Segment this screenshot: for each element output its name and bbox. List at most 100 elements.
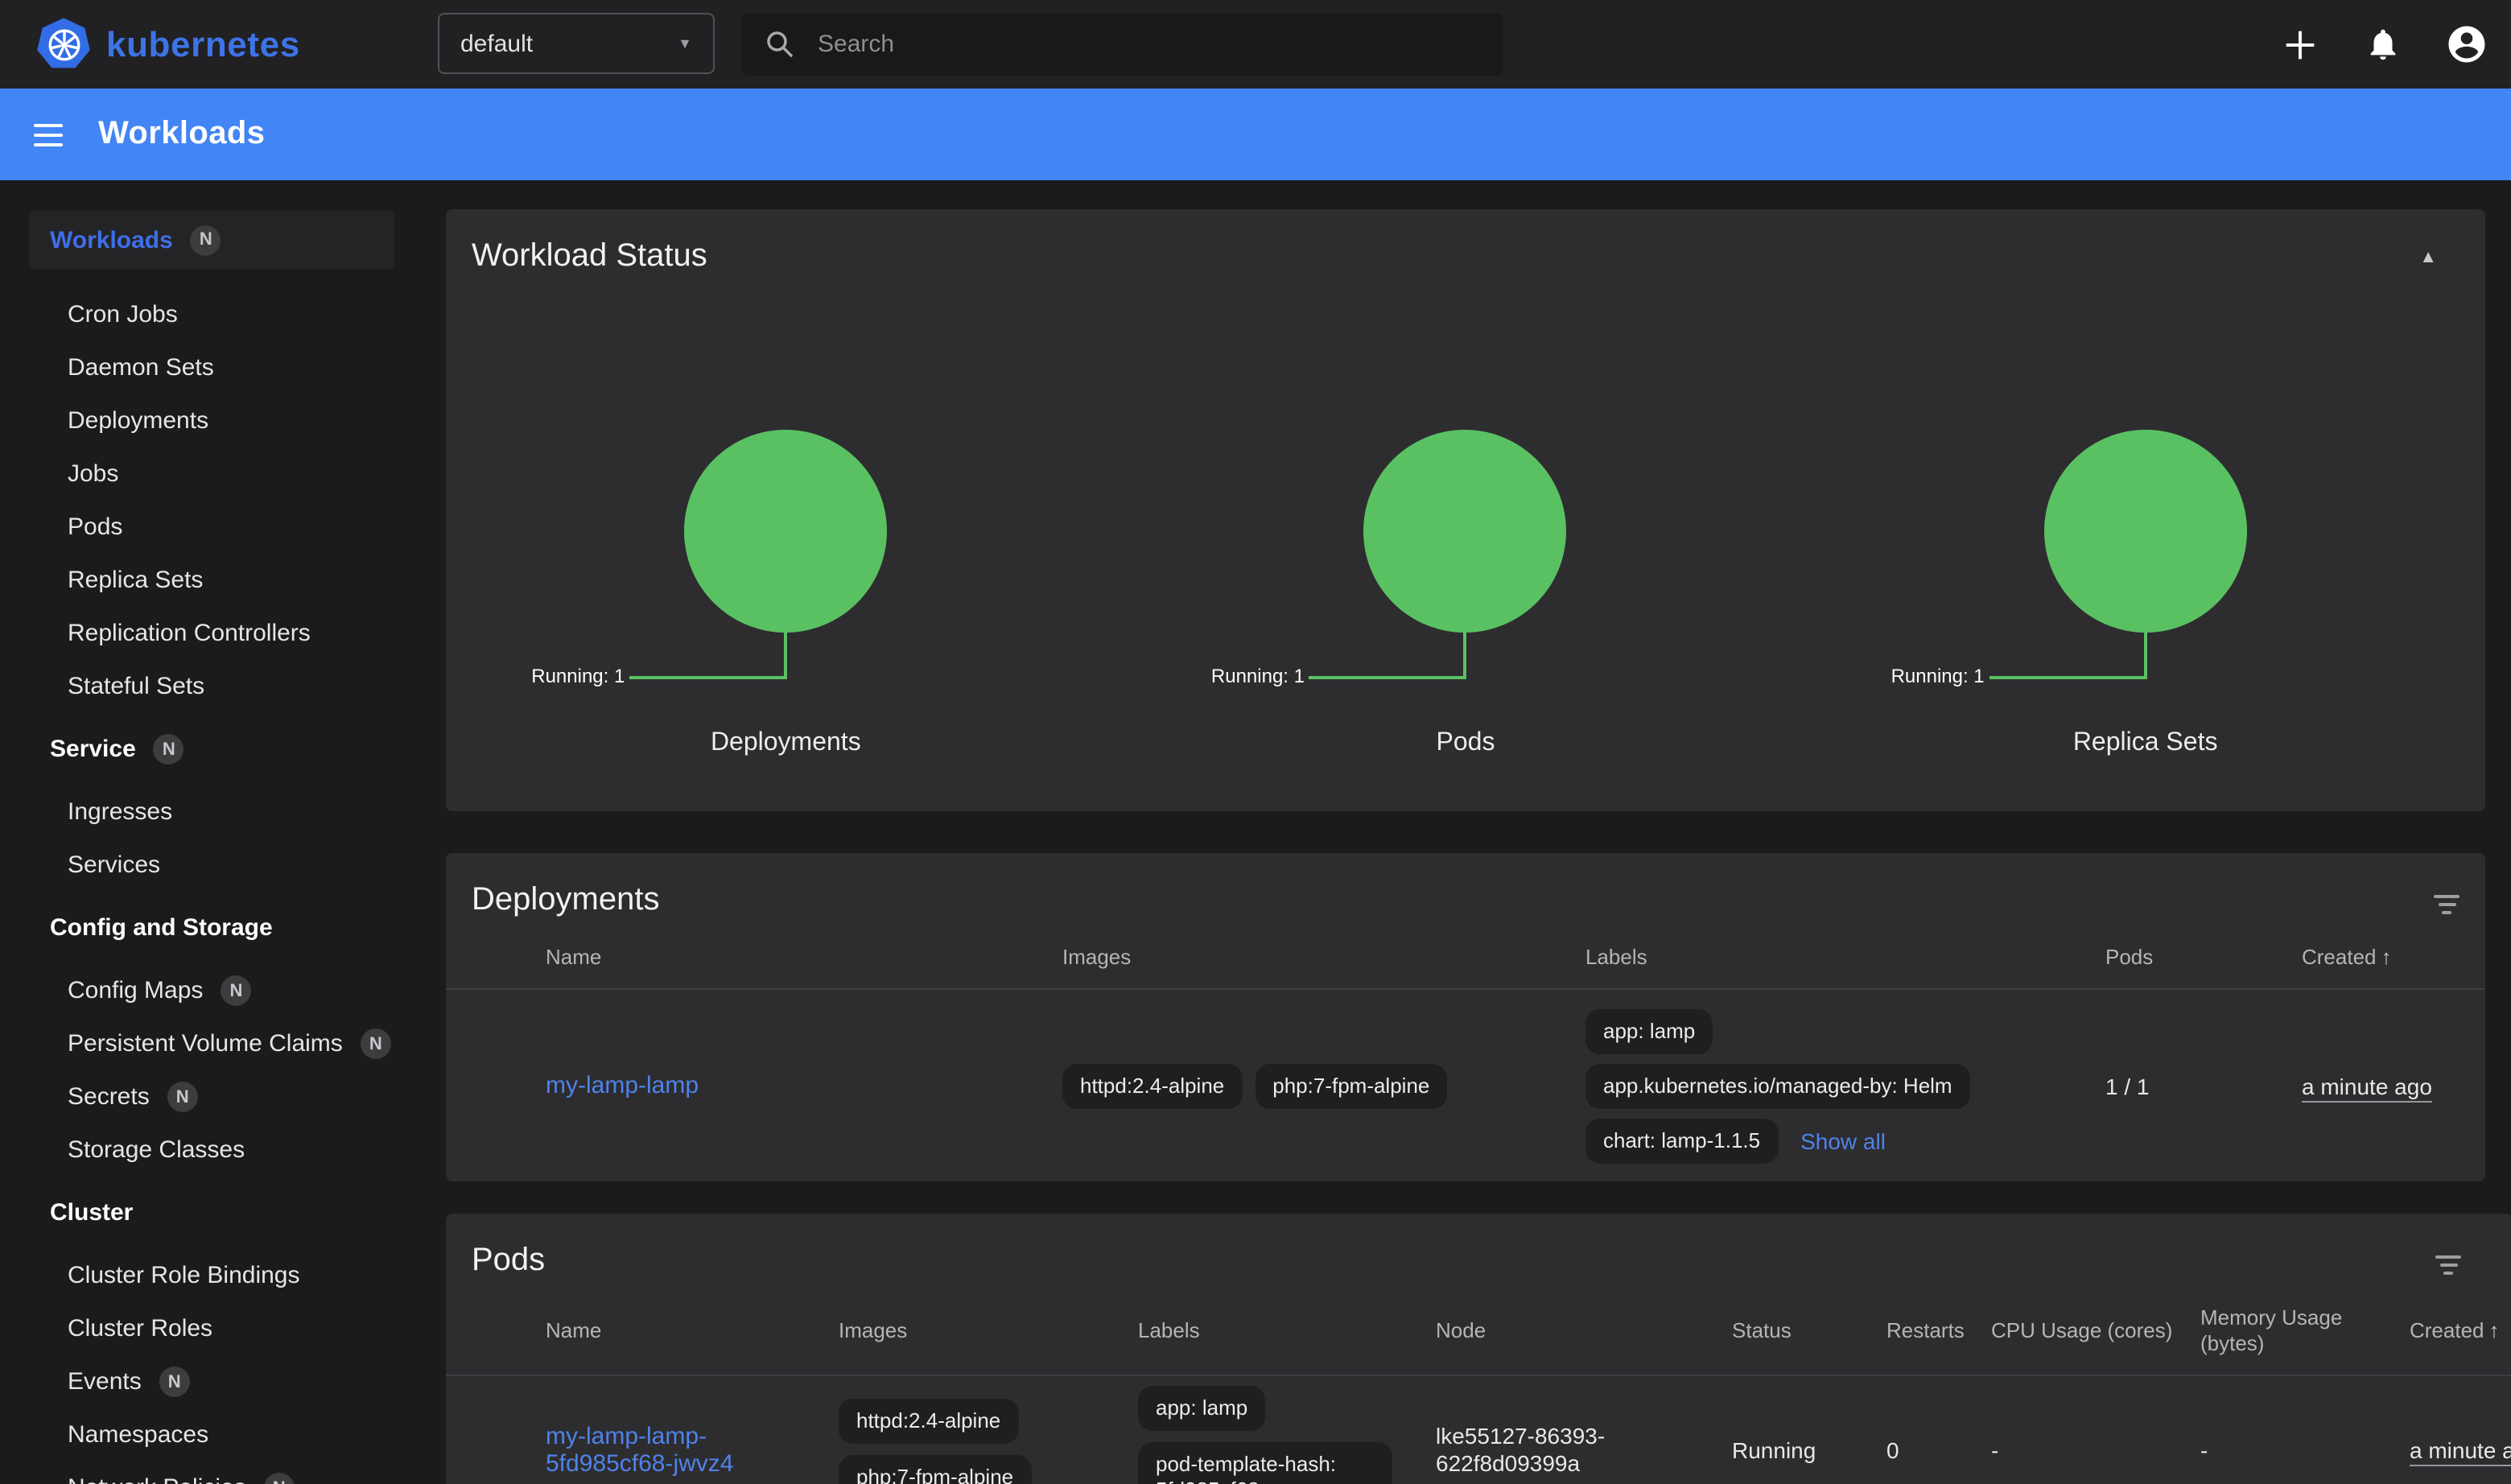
col-header-restarts[interactable]: Restarts [1886, 1318, 1991, 1344]
sidebar-item-config-maps[interactable]: Config MapsN [0, 964, 422, 1017]
col-header-created[interactable]: Created↑ [2410, 1318, 2511, 1344]
menu-icon[interactable] [34, 123, 63, 146]
pod-labels: app: lamp pod-template-hash: 5fd985cf68 [1138, 1386, 1436, 1484]
col-header-images[interactable]: Images [839, 1318, 1138, 1344]
new-resource-badge: N [191, 225, 221, 255]
sidebar-item-label: Jobs [68, 460, 118, 488]
sidebar-item-label: Service [50, 736, 136, 763]
pie-running-deployments [684, 430, 887, 633]
col-header-name[interactable]: Name [546, 1318, 839, 1344]
sidebar-item-events[interactable]: EventsN [0, 1355, 422, 1408]
col-header-node[interactable]: Node [1436, 1318, 1732, 1344]
pod-row[interactable]: my-lamp-lamp-5fd985cf68-jwvz4 httpd:2.4-… [446, 1376, 2511, 1484]
sidebar-item-label: Services [68, 851, 160, 879]
sidebar-item-label: Cluster Role Bindings [68, 1262, 300, 1289]
sidebar-item-label: Namespaces [68, 1421, 208, 1449]
topbar: kubernetes default ▼ [0, 0, 2511, 89]
pie-running-replica-sets [2044, 430, 2247, 633]
filter-icon[interactable] [2435, 1243, 2471, 1275]
deployment-row[interactable]: my-lamp-lamp httpd:2.4-alpine php:7-fpm-… [446, 990, 2485, 1181]
sidebar-item-namespaces[interactable]: Namespaces [0, 1408, 422, 1461]
chart-title: Deployments [446, 729, 1126, 758]
notifications-button[interactable] [2365, 26, 2402, 63]
col-header-labels[interactable]: Labels [1138, 1318, 1436, 1344]
pod-name-link[interactable]: my-lamp-lamp-5fd985cf68-jwvz4 [546, 1422, 823, 1477]
sidebar-item-services[interactable]: Services [0, 839, 422, 892]
sidebar-item-cluster[interactable]: Cluster [0, 1186, 422, 1239]
sort-asc-icon: ↑ [2381, 945, 2392, 969]
leader-line [629, 676, 785, 679]
deployment-name-link[interactable]: my-lamp-lamp [546, 1072, 699, 1099]
pod-images: httpd:2.4-alpine php:7-fpm-alpine [839, 1399, 1138, 1484]
appbar: Workloads [0, 89, 2511, 180]
sidebar-item-label: Storage Classes [68, 1136, 245, 1164]
sidebar-item-pods[interactable]: Pods [0, 501, 422, 554]
pod-restarts: 0 [1886, 1437, 1991, 1462]
sidebar-item-jobs[interactable]: Jobs [0, 447, 422, 501]
namespace-select[interactable]: default ▼ [438, 13, 715, 74]
label-chip: app: lamp [1585, 1009, 1713, 1054]
page-title: Workloads [98, 116, 265, 153]
sidebar-item-cluster-roles[interactable]: Cluster Roles [0, 1302, 422, 1355]
col-header-status[interactable]: Status [1732, 1318, 1886, 1344]
sidebar-item-replica-sets[interactable]: Replica Sets [0, 554, 422, 607]
col-header-memory-usage[interactable]: Memory Usage (bytes) [2200, 1305, 2410, 1357]
sidebar-nav: WorkloadsN Cron Jobs Daemon SetsDeployment… [0, 180, 422, 1484]
sidebar-item-label: Pods [68, 513, 122, 541]
sidebar-item-label: Stateful Sets [68, 673, 204, 700]
pods-table-header: Name Images Labels Node Status Restarts … [446, 1280, 2511, 1376]
pod-memory-usage: - [2200, 1437, 2410, 1462]
new-resource-badge: N [264, 1473, 295, 1484]
sidebar-item-deployments[interactable]: Deployments [0, 394, 422, 447]
sidebar-item-cluster-role-bindings[interactable]: Cluster Role Bindings [0, 1249, 422, 1302]
sidebar-item-service[interactable]: ServiceN [0, 723, 422, 776]
deployment-labels: app: lamp app.kubernetes.io/managed-by: … [1585, 1009, 2105, 1164]
sidebar-item-secrets[interactable]: SecretsN [0, 1070, 422, 1123]
sidebar-item-config-and-storage[interactable]: Config and Storage [0, 901, 422, 954]
sidebar-item-workloads[interactable]: WorkloadsN [29, 211, 394, 269]
workload-status-title: Workload Status [472, 238, 707, 275]
leader-line [1464, 633, 1467, 679]
image-chip: php:7-fpm-alpine [1255, 1064, 1447, 1109]
col-header-images[interactable]: Images [1062, 945, 1585, 971]
search-input[interactable] [818, 31, 1429, 58]
sidebar-item-network-policies[interactable]: Network PoliciesN [0, 1461, 422, 1484]
brand-wordmark: kubernetes [106, 23, 300, 65]
filter-icon[interactable] [2434, 882, 2469, 914]
pods-card: Pods Name Images Labels Node Status Rest… [446, 1214, 2511, 1484]
sidebar-item-storage-classes[interactable]: Storage Classes [0, 1123, 422, 1177]
col-header-cpu-usage[interactable]: CPU Usage (cores) [1991, 1318, 2200, 1344]
account-button[interactable] [2445, 23, 2488, 66]
kubernetes-logo[interactable]: kubernetes [35, 17, 300, 72]
pod-cpu-usage: - [1991, 1437, 2200, 1462]
sidebar-item-persistent-volume-claims[interactable]: Persistent Volume ClaimsN [0, 1017, 422, 1070]
new-resource-badge: N [159, 1367, 190, 1397]
col-header-pods[interactable]: Pods [2105, 945, 2302, 971]
namespace-select-value: default [460, 30, 533, 57]
image-chip: php:7-fpm-alpine [839, 1455, 1031, 1484]
sidebar-item-ingresses[interactable]: Ingresses [0, 785, 422, 839]
search-bar[interactable] [742, 13, 1503, 76]
sidebar-item-daemon-sets[interactable]: Daemon Sets [0, 341, 422, 394]
show-all-link[interactable]: Show all [1800, 1128, 1886, 1154]
sidebar-item-stateful-sets[interactable]: Stateful Sets [0, 660, 422, 713]
deployments-card-title: Deployments [472, 882, 659, 919]
col-header-labels[interactable]: Labels [1585, 945, 2105, 971]
sidebar-item-replication-controllers[interactable]: Replication Controllers [0, 607, 422, 660]
create-resource-button[interactable] [2279, 23, 2321, 65]
pod-created: a minute ago [2410, 1437, 2511, 1465]
sidebar-item-label: Cron Jobs [68, 301, 178, 328]
deployment-images: httpd:2.4-alpine php:7-fpm-alpine [1062, 1064, 1585, 1109]
col-header-name[interactable]: Name [546, 945, 1062, 971]
sidebar-item-cron-jobs[interactable]: Cron Jobs [0, 288, 422, 341]
pod-status: Running [1732, 1437, 1886, 1462]
search-icon [763, 27, 797, 61]
collapse-icon[interactable]: ▲ [2419, 238, 2469, 267]
deployments-card: Deployments Name Images Labels Pods Crea… [446, 853, 2485, 1181]
deployments-pie-chart: Running: 1 Deployments [446, 306, 1126, 789]
new-resource-badge: N [167, 1082, 198, 1112]
sidebar-item-label: Replica Sets [68, 567, 203, 594]
deployment-created: a minute ago [2302, 1074, 2432, 1103]
col-header-created[interactable]: Created↑ [2302, 945, 2485, 971]
main-content: Workload Status ▲ Running: 1 Deployments… [446, 180, 2511, 1484]
